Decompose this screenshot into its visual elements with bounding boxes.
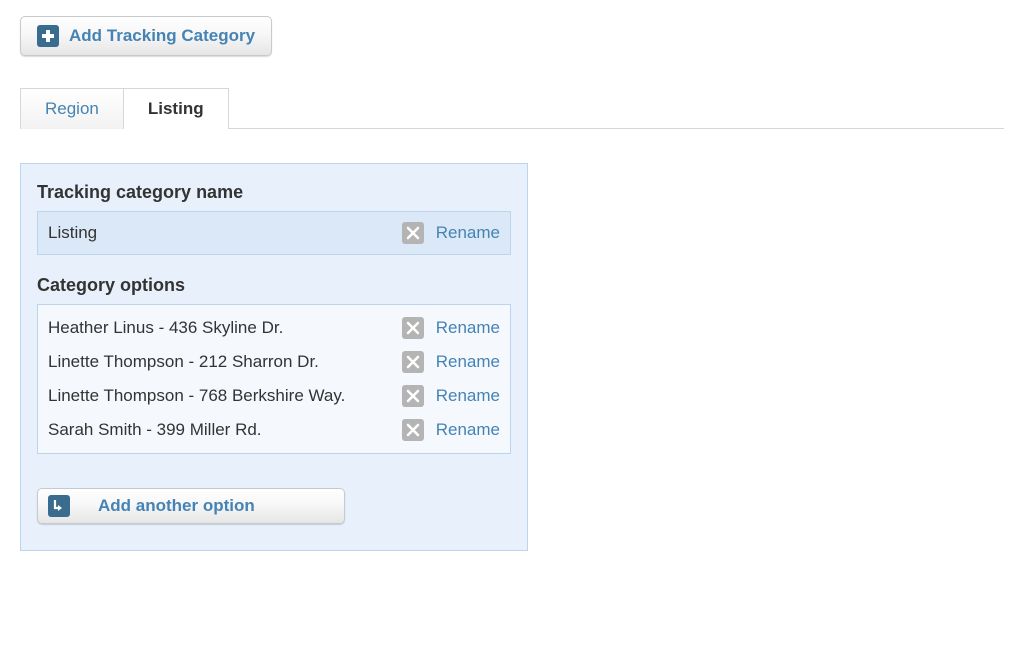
category-name-value: Listing	[48, 223, 390, 243]
tab-listing[interactable]: Listing	[123, 88, 229, 129]
rename-option-link[interactable]: Rename	[436, 318, 504, 338]
rename-option-link[interactable]: Rename	[436, 386, 504, 406]
option-label: Sarah Smith - 399 Miller Rd.	[48, 420, 390, 440]
x-icon	[406, 355, 420, 369]
rename-category-link[interactable]: Rename	[436, 223, 504, 243]
add-arrow-icon	[48, 495, 70, 517]
tracking-category-panel: Tracking category name Listing Rename Ca…	[20, 163, 528, 551]
add-another-option-label: Add another option	[98, 496, 255, 516]
delete-option-button[interactable]	[402, 351, 424, 373]
add-another-option-button[interactable]: Add another option	[37, 488, 345, 524]
options-heading: Category options	[37, 275, 511, 296]
add-tracking-category-button[interactable]: Add Tracking Category	[20, 16, 272, 56]
rename-option-link[interactable]: Rename	[436, 420, 504, 440]
tab-region[interactable]: Region	[20, 88, 124, 129]
options-box: Heather Linus - 436 Skyline Dr. Rename L…	[37, 304, 511, 454]
delete-option-button[interactable]	[402, 385, 424, 407]
option-row: Linette Thompson - 212 Sharron Dr. Renam…	[48, 345, 504, 379]
category-tabs: Region Listing	[20, 88, 1004, 129]
rename-option-link[interactable]: Rename	[436, 352, 504, 372]
category-name-box: Listing Rename	[37, 211, 511, 255]
category-name-row: Listing Rename	[48, 216, 504, 250]
plus-icon	[37, 25, 59, 47]
x-icon	[406, 321, 420, 335]
x-icon	[406, 423, 420, 437]
delete-option-button[interactable]	[402, 317, 424, 339]
option-row: Linette Thompson - 768 Berkshire Way. Re…	[48, 379, 504, 413]
delete-option-button[interactable]	[402, 419, 424, 441]
category-name-heading: Tracking category name	[37, 182, 511, 203]
x-icon	[406, 226, 420, 240]
option-row: Heather Linus - 436 Skyline Dr. Rename	[48, 311, 504, 345]
option-label: Linette Thompson - 768 Berkshire Way.	[48, 386, 390, 406]
option-label: Linette Thompson - 212 Sharron Dr.	[48, 352, 390, 372]
option-row: Sarah Smith - 399 Miller Rd. Rename	[48, 413, 504, 447]
add-tracking-category-label: Add Tracking Category	[69, 26, 255, 46]
x-icon	[406, 389, 420, 403]
delete-category-button[interactable]	[402, 222, 424, 244]
option-label: Heather Linus - 436 Skyline Dr.	[48, 318, 390, 338]
